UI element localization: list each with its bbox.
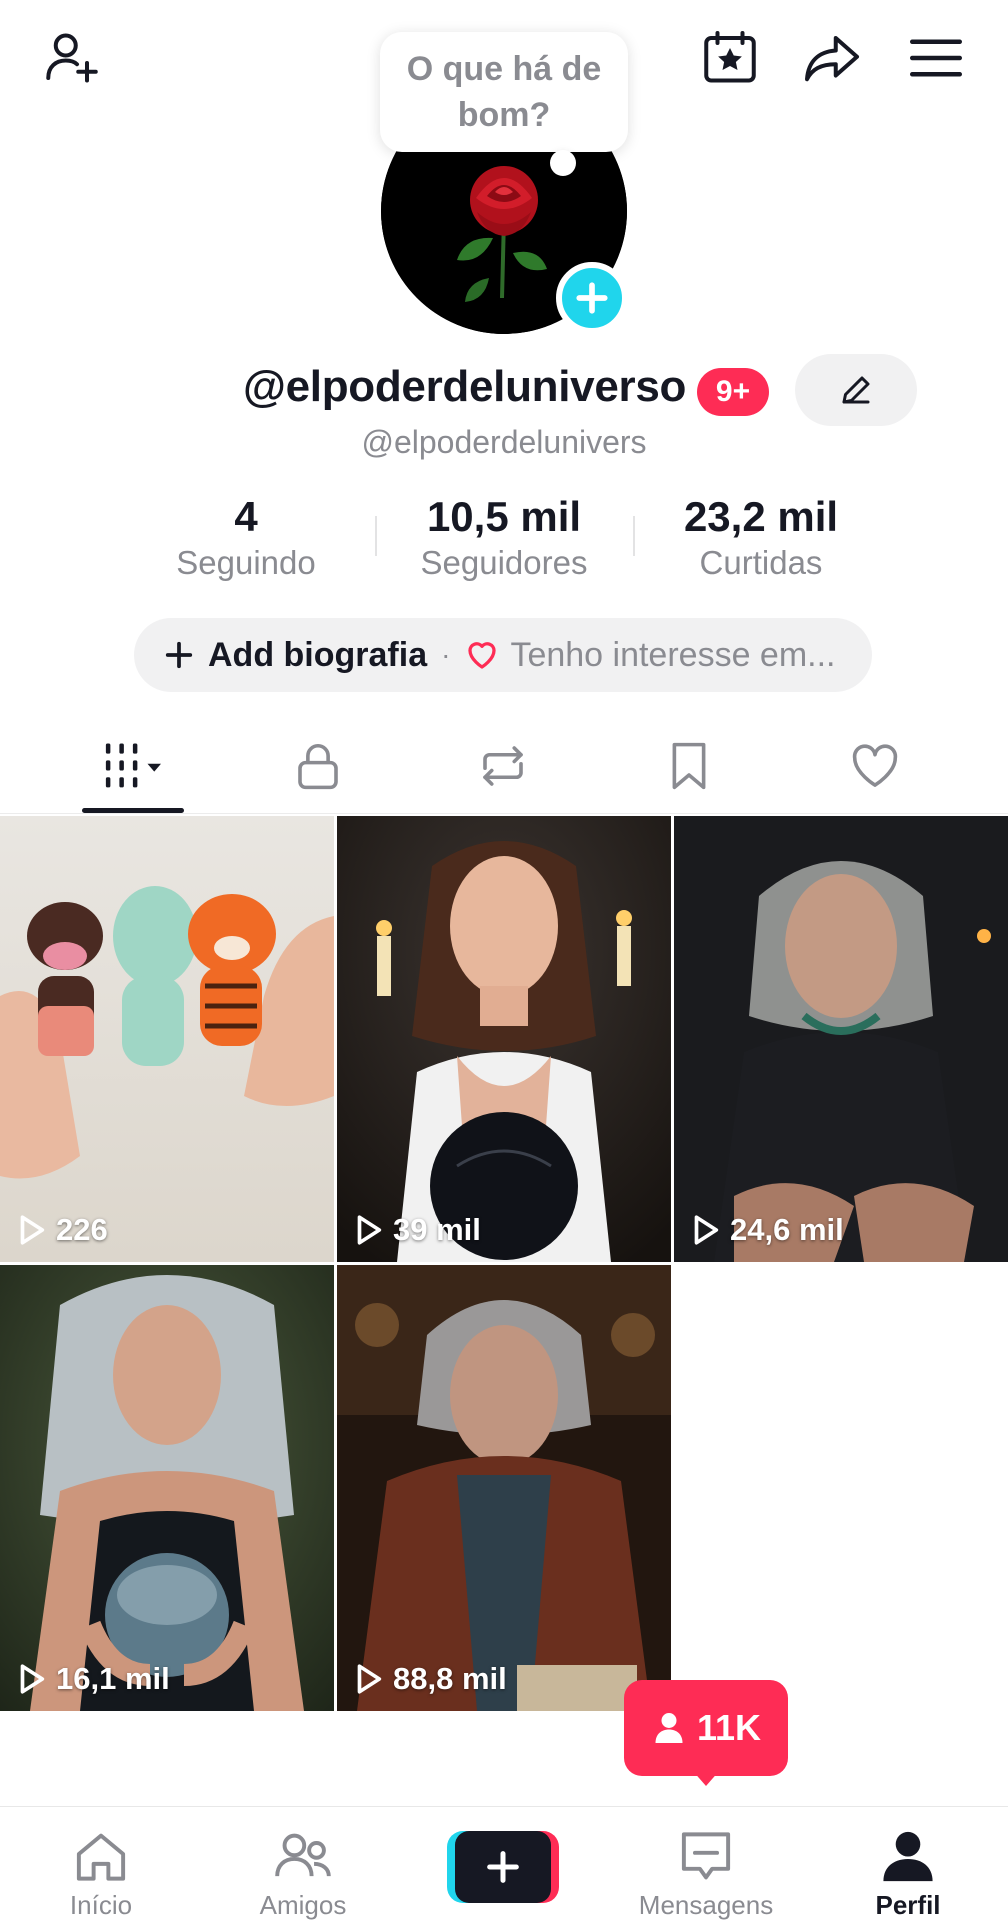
nav-profile-label: Perfil	[875, 1890, 941, 1920]
create-button-face	[455, 1831, 551, 1903]
view-count-text: 88,8 mil	[393, 1661, 507, 1696]
play-icon	[20, 1215, 45, 1245]
heart-icon	[852, 744, 898, 787]
pencil-icon	[842, 376, 870, 404]
video-tile[interactable]: 24,6 mil	[674, 816, 1008, 1262]
view-count-text: 16,1 mil	[56, 1661, 170, 1696]
profile-stats: 4 Seguindo 10,5 mil Seguidores 23,2 mil …	[0, 492, 1008, 582]
nav-profile[interactable]: Perfil	[818, 1807, 998, 1920]
person-icon	[655, 1713, 683, 1743]
edit-profile-button[interactable]	[795, 354, 917, 426]
nav-home[interactable]: Início	[11, 1807, 191, 1920]
calendar-star-icon[interactable]	[696, 24, 764, 92]
bio-pill[interactable]: Add biografia · Tenho interesse em...	[134, 618, 872, 692]
view-count-text: 39 mil	[393, 1212, 481, 1247]
add-avatar-plus-icon[interactable]	[556, 262, 628, 334]
view-count: 16,1 mil	[14, 1661, 170, 1697]
bottom-nav: Início Amigos Mensagens Perfil	[0, 1806, 1008, 1920]
likes-label: Curtidas	[699, 544, 823, 581]
view-count: 88,8 mil	[351, 1661, 507, 1697]
stat-following[interactable]: 4 Seguindo	[126, 492, 366, 584]
followers-label: Seguidores	[420, 544, 588, 581]
create-plus-icon	[487, 1851, 519, 1883]
status-bubble-text: O que há de bom?	[406, 50, 602, 134]
friends-icon	[275, 1833, 331, 1877]
bubble-tail	[550, 150, 576, 176]
status-bubble[interactable]: O que há de bom?	[380, 32, 628, 152]
profile-tabs	[0, 718, 1008, 814]
followers-count: 10,5 mil	[426, 493, 582, 540]
view-count: 226	[14, 1212, 108, 1248]
stat-divider	[375, 516, 377, 556]
likes-count: 23,2 mil	[683, 493, 839, 540]
video-thumbnail	[337, 1265, 671, 1711]
view-count: 24,6 mil	[688, 1212, 844, 1248]
nav-inbox-label: Mensagens	[638, 1890, 774, 1920]
create-button[interactable]	[447, 1831, 559, 1903]
tab-saved[interactable]	[619, 718, 759, 814]
video-thumbnail	[337, 816, 671, 1262]
nav-home-label: Início	[69, 1890, 133, 1920]
plus-icon	[165, 641, 193, 669]
lock-icon	[298, 743, 338, 790]
video-tile[interactable]: 16,1 mil	[0, 1265, 334, 1711]
tab-videos[interactable]	[64, 718, 204, 814]
nav-inbox[interactable]: Mensagens	[616, 1807, 796, 1920]
interests-button[interactable]: Tenho interesse em...	[510, 636, 835, 675]
username: @elpoderdeluniverso	[243, 362, 687, 411]
inbox-icon	[681, 1832, 731, 1880]
popup-tail	[692, 1770, 720, 1786]
home-icon	[76, 1833, 126, 1881]
menu-icon[interactable]	[902, 24, 970, 92]
following-count: 4	[234, 493, 258, 540]
stat-likes[interactable]: 23,2 mil Curtidas	[641, 492, 881, 584]
repost-icon	[483, 746, 523, 786]
video-tile[interactable]: 88,8 mil	[337, 1265, 671, 1711]
name-row: @elpoderdeluniverso 9+	[0, 352, 1008, 432]
add-bio-button[interactable]: Add biografia	[208, 636, 427, 675]
active-tab-indicator	[82, 808, 184, 813]
view-count: 39 mil	[351, 1212, 481, 1248]
nav-friends-label: Amigos	[259, 1890, 347, 1920]
tab-reposts[interactable]	[433, 718, 573, 814]
bio-separator: ·	[441, 639, 451, 670]
add-friend-icon[interactable]	[38, 24, 106, 92]
heart-outline-icon	[468, 642, 497, 669]
play-icon	[694, 1215, 719, 1245]
video-tile[interactable]: 226	[0, 816, 334, 1262]
video-thumbnail	[674, 816, 1008, 1262]
view-count-text: 226	[56, 1212, 108, 1247]
video-thumbnail	[0, 816, 334, 1262]
notification-badge[interactable]: 9+	[697, 368, 769, 416]
share-icon[interactable]	[798, 24, 866, 92]
profile-icon	[883, 1831, 933, 1882]
stat-followers[interactable]: 10,5 mil Seguidores	[384, 492, 624, 584]
play-icon	[20, 1664, 45, 1694]
stat-divider	[633, 516, 635, 556]
tab-private[interactable]	[248, 718, 388, 814]
user-handle: @elpoderdelunivers	[361, 424, 647, 460]
following-label: Seguindo	[176, 544, 316, 581]
tab-liked[interactable]	[805, 718, 945, 814]
follower-count-popup[interactable]: 11K	[624, 1680, 788, 1776]
bookmark-icon	[672, 742, 706, 790]
view-count-text: 24,6 mil	[730, 1212, 844, 1247]
video-thumbnail	[0, 1265, 334, 1711]
videos-grid-icon	[105, 743, 161, 788]
video-tile[interactable]: 39 mil	[337, 816, 671, 1262]
play-icon	[357, 1664, 382, 1694]
nav-friends[interactable]: Amigos	[213, 1807, 393, 1920]
follower-popup-count: 11K	[696, 1707, 762, 1748]
play-icon	[357, 1215, 382, 1245]
